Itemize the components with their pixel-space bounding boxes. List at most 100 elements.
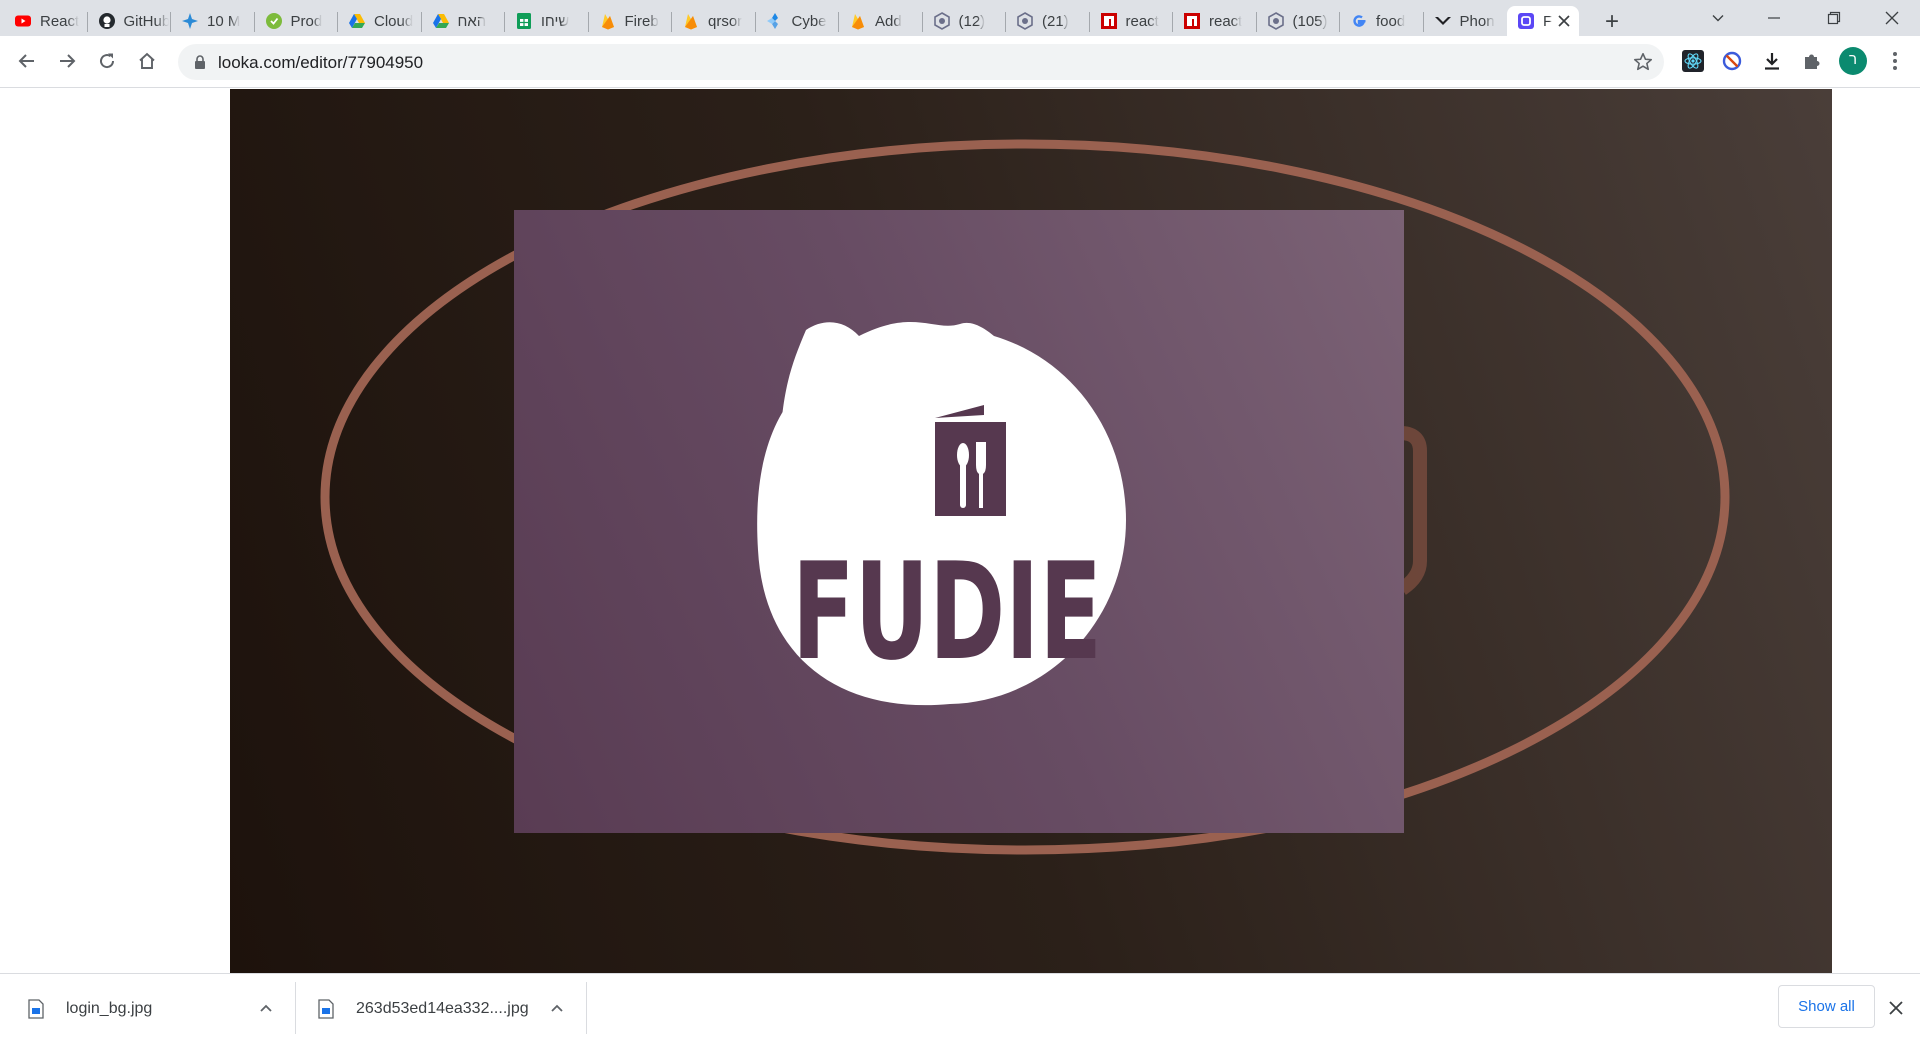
tab-title: האח (457, 12, 487, 30)
reload-icon (100, 53, 115, 69)
hex-app-icon (1267, 12, 1285, 30)
green-circle-icon (265, 12, 283, 30)
chevron-up-icon[interactable] (258, 1000, 274, 1016)
npm-icon (1100, 12, 1118, 30)
hex-app-icon (933, 12, 951, 30)
browser-tab[interactable]: Cybe (756, 6, 838, 36)
fudie-logo: FUDIE (757, 321, 1126, 706)
home-button[interactable] (130, 44, 164, 78)
image-file-icon (28, 998, 44, 1019)
download-filename: login_bg.jpg (66, 999, 153, 1017)
back-arrow-icon (18, 54, 34, 68)
browser-tab[interactable]: Fireb (589, 6, 671, 36)
browser-tab[interactable]: שיחו (505, 6, 587, 36)
browser-tab[interactable]: (12) (923, 6, 1005, 36)
browser-tab[interactable]: (21) (1006, 6, 1088, 36)
browser-tab[interactable]: react (1090, 6, 1172, 36)
browser-tab[interactable]: (105) (1257, 6, 1339, 36)
tab-title: (12) (958, 12, 986, 30)
tab-title: (21) (1042, 12, 1069, 30)
browser-tab[interactable]: food (1340, 6, 1422, 36)
download-item[interactable]: login_bg.jpg (28, 974, 152, 1043)
url-text[interactable]: looka.com/editor/77904950 (218, 53, 423, 73)
tab-title: Phon (1459, 12, 1495, 30)
google-drive-icon (432, 12, 450, 30)
tab-title: Prod (290, 12, 323, 30)
forward-arrow-icon (60, 54, 76, 68)
firebase-icon (599, 12, 617, 30)
tab-title: GitHub (123, 12, 170, 30)
tab-title: food (1376, 12, 1406, 30)
tab-title: qrsor (708, 12, 743, 30)
browser-tab[interactable]: qrsor (672, 6, 754, 36)
tab-title: (105) (1292, 12, 1328, 30)
show-all-button[interactable]: Show all (1778, 985, 1875, 1028)
browser-tab[interactable]: react (1173, 6, 1255, 36)
new-tab-button[interactable]: + (1598, 8, 1626, 36)
reload-button[interactable] (90, 44, 124, 78)
browser-tab[interactable]: האח (422, 6, 504, 36)
lock-icon (195, 55, 205, 69)
browser-tab[interactable]: 10 M (171, 6, 253, 36)
browser-tab[interactable]: Cloud (338, 6, 420, 36)
close-tab-icon[interactable] (1555, 12, 1573, 30)
download-item[interactable]: 263d53ed14ea332....jpg (318, 974, 529, 1043)
google-sheets-icon (515, 12, 533, 30)
google-icon (1350, 12, 1368, 30)
tab-strip: React GitHub 10 M Prod Cloud האח שיחו Fireb qrso… (0, 0, 1920, 36)
browser-tab[interactable]: Prod (255, 6, 337, 36)
tab-title: Cloud (374, 12, 414, 30)
looka-icon (1517, 12, 1535, 30)
chevron-up-icon[interactable] (549, 1000, 565, 1016)
browser-tab[interactable]: GitHub (88, 6, 170, 36)
tab-title: Fireb (624, 12, 659, 30)
browser-toolbar: looka.com/editor/77904950 ר (0, 36, 1920, 88)
npm-icon (1183, 12, 1201, 30)
firebase-icon (849, 12, 867, 30)
browser-tab[interactable]: F (1507, 6, 1579, 36)
minimize-icon[interactable] (1746, 0, 1802, 36)
divider (586, 982, 587, 1034)
forward-button[interactable] (50, 44, 84, 78)
menu-kebab-icon[interactable] (1882, 48, 1908, 74)
address-bar[interactable]: looka.com/editor/77904950 (178, 44, 1664, 80)
divider (295, 982, 296, 1034)
restore-icon[interactable] (1806, 0, 1862, 36)
profile-avatar[interactable]: ר (1838, 46, 1868, 76)
tab-title: שיחו (541, 12, 570, 30)
youtube-icon (14, 12, 32, 30)
tab-title: react (1125, 12, 1159, 30)
firebase-icon (682, 12, 700, 30)
brand-name-text: FUDIE (792, 534, 1102, 690)
react-devtools-extension-icon[interactable] (1680, 48, 1706, 74)
puzzle-app-icon (181, 12, 199, 30)
extensions-puzzle-icon[interactable] (1799, 48, 1825, 74)
browser-tab[interactable]: React (4, 6, 86, 36)
tab-title: react (1209, 12, 1243, 30)
bookmark-star-icon[interactable] (1632, 51, 1654, 73)
block-extension-icon[interactable] (1719, 48, 1745, 74)
download-filename: 263d53ed14ea332....jpg (356, 999, 529, 1017)
chevron-logo-icon (1434, 12, 1452, 30)
tab-search-icon[interactable] (1690, 0, 1746, 36)
home-icon (139, 52, 155, 69)
logo-preview-canvas: FUDIE (230, 89, 1832, 973)
diamond-app-icon (766, 12, 784, 30)
tab-title: Add (875, 12, 902, 30)
close-window-icon[interactable] (1864, 0, 1920, 36)
download-extension-icon[interactable] (1759, 48, 1785, 74)
page-content: FUDIE (0, 89, 1920, 973)
tab-title: 10 M (207, 12, 241, 30)
back-button[interactable] (10, 44, 44, 78)
tab-title: Cybe (791, 12, 827, 30)
hex-app-icon (1016, 12, 1034, 30)
browser-tab[interactable]: Phon (1424, 6, 1506, 36)
downloads-bar: login_bg.jpg 263d53ed14ea332....jpg Show… (0, 973, 1920, 1042)
google-drive-icon (348, 12, 366, 30)
image-file-icon (318, 998, 334, 1019)
browser-tab[interactable]: Add (839, 6, 921, 36)
github-icon (98, 12, 116, 30)
close-downloads-icon[interactable] (1884, 996, 1908, 1020)
tab-title: React (40, 12, 80, 30)
logo-card[interactable]: FUDIE (514, 210, 1404, 833)
